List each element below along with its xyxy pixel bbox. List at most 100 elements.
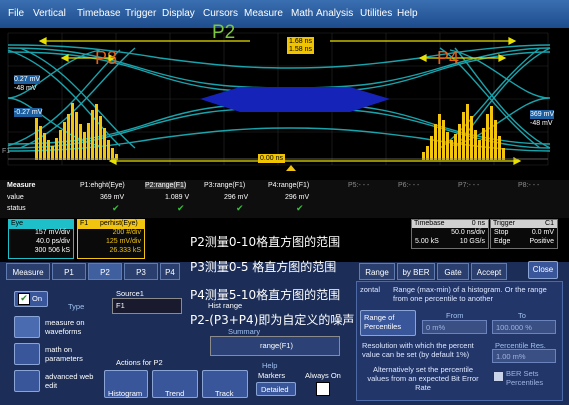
type-web-label[interactable]: advanced web edit [45,372,105,390]
tab-p1[interactable]: P1 [52,263,86,280]
track-button[interactable]: Track [202,370,248,398]
left-marker-1: 0.27 mV [14,75,41,84]
measure-header: Measure [7,182,36,189]
histogram-left [35,103,118,160]
source1-field[interactable]: F1 [112,298,182,314]
p5-header[interactable]: P5:- - - [348,182,369,189]
actions-label: Actions for P2 [116,358,163,367]
tab-p3[interactable]: P3 [124,263,158,280]
p4-value: 296 mV [285,194,310,201]
range-of-percentiles-label: Range of Percentiles [364,313,402,331]
trigger-source: C1 [545,220,554,227]
eye-mask-polygon [200,87,390,112]
type-label: Type [68,302,85,311]
status-row-label: status [7,205,26,212]
markers-label: Markers [258,371,286,380]
p3-check-icon: ✔ [236,204,244,214]
eye-channel-name: Eye [11,220,24,227]
always-on-checkbox[interactable] [316,382,330,396]
f1-channel-source: perhist(Eye) [100,220,138,227]
range-of-percentiles-button[interactable]: Range of Percentiles [360,310,416,336]
from-field[interactable]: 0 m% [422,320,487,334]
right-marker-1: 369 mV [530,110,555,119]
tab-p4[interactable]: P4 [160,263,180,280]
to-label: To [518,311,526,320]
tab-accept[interactable]: Accept [471,263,507,280]
type-math-label[interactable]: math on parameters [45,345,105,363]
ber-sets-checkbox[interactable] [493,371,504,382]
type-measure-label[interactable]: measure on waveforms [45,318,105,336]
tab-p2[interactable]: P2 [88,263,122,280]
p3-header[interactable]: P3:range(F1) [204,182,245,189]
f1-channel-descriptor[interactable]: F1 perhist(Eye) 200 #/div 125 mV/div 26.… [77,219,145,259]
menu-math[interactable]: Math [291,8,313,19]
p1-header[interactable]: P1:ehght(Eye) [80,182,125,189]
resolution-text: Resolution with which the percent value … [362,341,474,359]
tab-range[interactable]: Range [359,263,395,280]
p4-check-icon: ✔ [296,204,304,214]
menu-bar: File Vertical Timebase Trigger Display C… [0,0,569,29]
timebase-rate: 10 GS/s [459,238,485,245]
trigger-level: 0.0 mV [531,229,554,236]
menu-help[interactable]: Help [397,8,418,19]
p2-header[interactable]: P2:range(F1) [145,182,187,189]
math-type-icon[interactable] [14,343,40,365]
menu-vertical[interactable]: Vertical [33,8,66,19]
track-button-label: Track [215,389,234,398]
menu-measure[interactable]: Measure [244,8,283,19]
histogram-button-label: Histogram [108,389,143,398]
eye-samples: 300 506 kS [34,247,70,254]
source1-label: Source1 [116,289,144,298]
p2-label: P2 [212,22,236,43]
menu-display[interactable]: Display [162,8,195,19]
timebase-samples: 5.00 kS [415,238,439,245]
measure-type-icon[interactable] [14,316,40,338]
close-button[interactable]: Close [528,261,558,279]
waveform-display[interactable]: P2 P3 P4 1.68 ns 1.58 ns 0.27 mV -48 mV … [0,22,569,180]
tab-gate[interactable]: Gate [437,263,469,280]
histogram-button[interactable]: Histogram [104,370,148,398]
menu-trigger[interactable]: Trigger [125,8,156,19]
trigger-descriptor[interactable]: Trigger C1 Stop 0.0 mV Edge Positive [490,219,558,249]
timebase-offset: 0 ns [471,220,485,227]
summary-label: Summary [228,327,261,336]
value-row-label: value [7,194,24,201]
annotation-noise: P2-(P3+P4)即为自定义的噪声 [190,313,355,327]
p1-check-icon: ✔ [112,204,120,214]
f1-vdiv: 200 #/div [112,229,141,236]
tab-by-ber[interactable]: by BER [397,263,435,280]
menu-cursors[interactable]: Cursors [203,8,238,19]
eye-channel-descriptor[interactable]: Eye 157 mV/div 40.0 ps/div 300 506 kS [8,219,74,259]
p2-value: 1.089 V [165,194,190,201]
measure-table: Measure P1:ehght(Eye) P2:range(F1) P3:ra… [0,180,569,218]
p6-header[interactable]: P6:- - - [398,182,419,189]
summary-field: range(F1) [210,336,340,356]
detailed-button[interactable]: Detailed [256,382,296,396]
left-marker-3: -0.27 mV [14,108,43,117]
to-field[interactable]: 100.000 % [492,320,556,334]
trigger-slope: Positive [529,238,554,245]
always-on-label[interactable]: Always On [305,371,341,380]
p4-header[interactable]: P4:range(F1) [268,182,309,189]
on-toggle[interactable]: ✔ On [14,291,48,307]
help-label: Help [262,361,278,370]
on-label: On [32,294,43,303]
trend-button[interactable]: Trend [152,370,198,398]
trigger-label: Trigger [493,220,515,227]
timebase-descriptor[interactable]: Timebase 0 ns 50.0 ns/div 5.00 kS 10 GS/… [411,219,489,249]
menu-timebase[interactable]: Timebase [77,8,121,19]
histogram-right [422,104,505,160]
menu-file[interactable]: File [8,8,24,19]
p7-header[interactable]: P7:- - - [458,182,479,189]
range-description: Range (max-min) of a histogram. Or the r… [393,285,547,303]
on-checkbox-icon: ✔ [18,293,30,305]
left-marker-2: -48 mV [14,85,37,92]
tab-measure[interactable]: Measure [6,263,50,280]
web-edit-icon[interactable] [14,370,40,392]
menu-utilities[interactable]: Utilities [360,8,392,19]
f1-samples: 26.333 kS [109,247,141,254]
percentile-res-field[interactable]: 1.00 m% [492,349,556,363]
menu-analysis[interactable]: Analysis [316,8,353,19]
trend-button-label: Trend [165,389,185,398]
p8-header[interactable]: P8:- - - [518,182,539,189]
